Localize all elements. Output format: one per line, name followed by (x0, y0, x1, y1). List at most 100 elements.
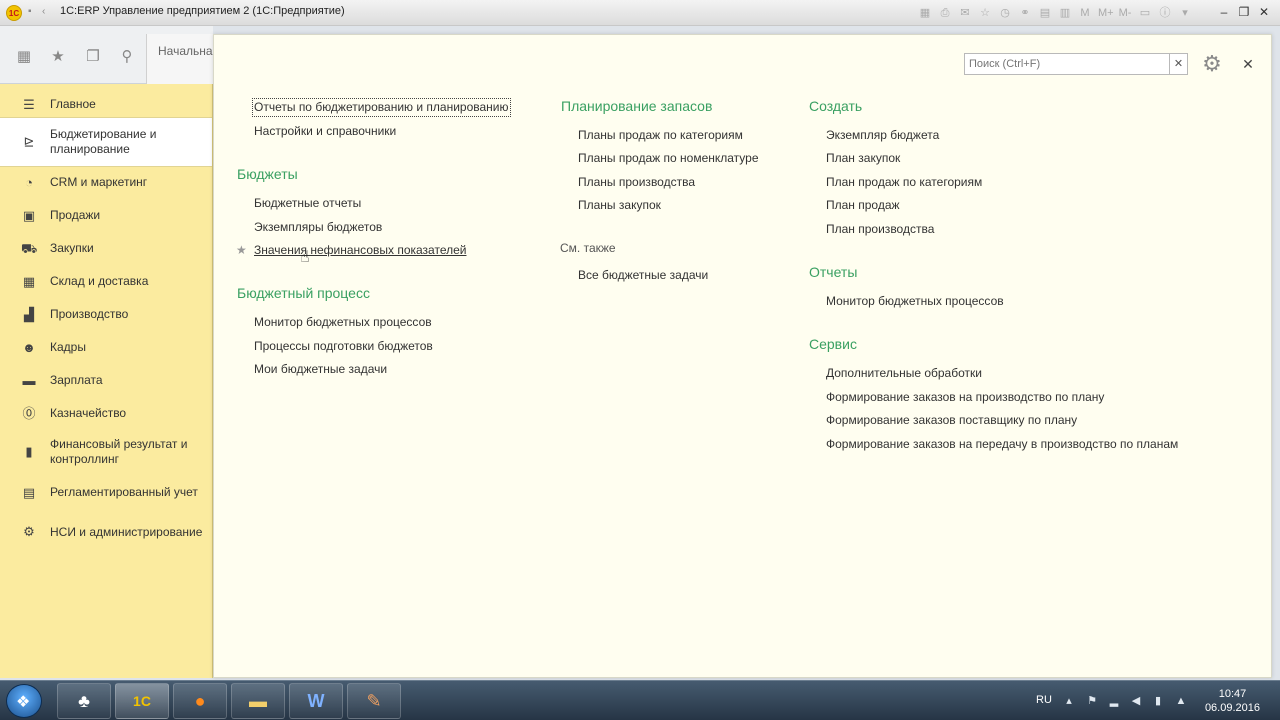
info-icon[interactable]: ⓘ (1158, 6, 1172, 20)
clear-search-icon[interactable]: ✕ (1169, 53, 1188, 75)
link-budget-reports-2[interactable]: Бюджетные отчеты (254, 196, 361, 211)
history-icon[interactable]: ◷ (998, 6, 1012, 20)
sidebar-item-nsi-admin[interactable]: ⚙ НСИ и администрирование (0, 509, 212, 555)
sidebar-item-label: Склад и доставка (50, 274, 149, 288)
minimize-icon[interactable]: ‒ (1216, 4, 1232, 20)
star-icon[interactable]: ☆ (978, 6, 992, 20)
link-create-production-plan[interactable]: План производства (826, 222, 934, 237)
link-budget-reports[interactable]: Отчеты по бюджетированию и планированию (252, 98, 511, 117)
menu-icon: ☰ (23, 96, 35, 112)
maximize-icon[interactable]: ❐ (1236, 4, 1252, 20)
section-service-title: Сервис (809, 336, 857, 352)
taskbar-1c-app[interactable]: 1С (115, 683, 169, 719)
link-sales-plans-categories[interactable]: Планы продаж по категориям (578, 128, 743, 143)
taskbar-clock[interactable]: 10:47 06.09.2016 (1205, 687, 1260, 715)
link-create-purchase-plan[interactable]: План закупок (826, 151, 900, 166)
tray-power-icon[interactable]: ▮ (1151, 694, 1165, 708)
search-input[interactable] (964, 53, 1170, 75)
memory-minus-icon[interactable]: M- (1118, 6, 1132, 20)
link-budget-instances[interactable]: Экземпляры бюджетов (254, 220, 382, 235)
sidebar-item-budgeting[interactable]: ⊵ Бюджетирование и планирование (0, 117, 212, 167)
favorites-star-icon[interactable]: ★ (49, 48, 67, 66)
section-budgets-title: Бюджеты (237, 166, 298, 182)
sidebar-item-production[interactable]: ▟ Производство (0, 298, 212, 331)
taskbar-firefox[interactable]: ● (173, 683, 227, 719)
windows-taskbar: ❖ ♣ 1С ● ▬ W ✎ RU ▴ ⚑ ▂ ◀ ▮ ▲ 10:47 06.0… (0, 680, 1280, 720)
cart-icon: ⛟ (21, 240, 38, 256)
tray-signal-icon[interactable]: ▂ (1107, 694, 1121, 708)
back-icon[interactable]: ‹ (42, 6, 52, 18)
link-transfer-orders-by-plans[interactable]: Формирование заказов на передачу в произ… (826, 437, 1178, 452)
hand-cursor-icon: ☝ (300, 249, 310, 266)
history-icon[interactable]: ❐ (84, 48, 102, 66)
link-settings-references[interactable]: Настройки и справочники (254, 124, 396, 139)
budget-icon: ⊵ (23, 134, 35, 149)
sidebar-item-label: Кадры (50, 340, 86, 354)
sidebar-item-treasury[interactable]: ⓪ Казначейство (0, 397, 212, 430)
tab-start-page[interactable]: Начальна (146, 34, 216, 84)
calc-icon[interactable]: ▤ (1038, 6, 1052, 20)
section-see-also-title: См. также (560, 241, 616, 255)
sidebar-item-staff[interactable]: ☻ Кадры (0, 331, 212, 364)
sidebar-item-sales[interactable]: ▣ Продажи (0, 199, 212, 232)
link-purchase-plans[interactable]: Планы закупок (578, 198, 661, 213)
settings-gear-icon[interactable]: ⚙ (1199, 51, 1225, 77)
folder-icon: ▬ (249, 690, 267, 711)
close-panel-icon[interactable]: ✕ (1239, 53, 1257, 75)
sidebar-item-crm[interactable]: ◔ CRM и маркетинг (0, 166, 212, 199)
sidebar-item-warehouse[interactable]: ▦ Склад и доставка (0, 265, 212, 298)
link-supplier-orders-by-plan[interactable]: Формирование заказов поставщику по плану (826, 413, 1077, 428)
link-nonfinancial-indicators[interactable]: Значения нефинансовых показателей (254, 243, 466, 258)
link-report-budget-process-monitor[interactable]: Монитор бюджетных процессов (826, 294, 1004, 309)
favorite-star-icon[interactable]: ★ (236, 243, 247, 257)
print-icon[interactable]: ⎙ (938, 6, 952, 20)
link-sales-plans-nomenclature[interactable]: Планы продаж по номенклатуре (578, 151, 759, 166)
calendar-icon[interactable]: ▥ (1058, 6, 1072, 20)
link-additional-processing[interactable]: Дополнительные обработки (826, 366, 982, 381)
window-controls: ‒ ❐ ✕ (1216, 4, 1272, 20)
language-indicator[interactable]: RU (1036, 694, 1052, 706)
link-create-sales-plan-categories[interactable]: План продаж по категориям (826, 175, 982, 190)
title-bar: 1С ▪ ‹ 1С:ERP Управление предприятием 2 … (0, 0, 1280, 26)
link-my-budget-tasks[interactable]: Мои бюджетные задачи (254, 362, 387, 377)
link-production-orders-by-plan[interactable]: Формирование заказов на производство по … (826, 390, 1104, 405)
sidebar-item-salary[interactable]: ▬ Зарплата (0, 364, 212, 397)
taskbar-word[interactable]: W (289, 683, 343, 719)
salary-icon: ▬ (22, 372, 36, 388)
grid-menu-icon[interactable]: ▦ (15, 48, 33, 66)
tray-expand-icon[interactable]: ▴ (1062, 694, 1076, 708)
taskbar-explorer[interactable]: ▬ (231, 683, 285, 719)
tray-volume-icon[interactable]: ◀ (1129, 694, 1143, 708)
close-window-icon[interactable]: ✕ (1256, 4, 1272, 20)
link-budget-process-monitor[interactable]: Монитор бюджетных процессов (254, 315, 432, 330)
link-budget-preparation[interactable]: Процессы подготовки бюджетов (254, 339, 433, 354)
sidebar-item-regulated-accounting[interactable]: ▤ Регламентированный учет (0, 476, 212, 509)
mail-icon[interactable]: ✉ (958, 6, 972, 20)
sidebar-item-financial-result[interactable]: ▮ Финансовый результат и контроллинг (0, 430, 212, 474)
tray-drive-icon[interactable]: ▲ (1174, 694, 1188, 708)
taskbar-paint[interactable]: ✎ (347, 683, 401, 719)
1c-icon: 1С (133, 693, 151, 709)
chevron-down-icon[interactable]: ▾ (1178, 6, 1192, 20)
tool-icon[interactable]: ▦ (918, 6, 932, 20)
link-production-plans[interactable]: Планы производства (578, 175, 695, 190)
sidebar: ☰ Главное ⊵ Бюджетирование и планировани… (0, 84, 213, 678)
memory-m-icon[interactable]: M (1078, 6, 1092, 20)
tab-start-page-label: Начальна (158, 44, 213, 58)
link-create-budget-instance[interactable]: Экземпляр бюджета (826, 128, 939, 143)
sidebar-item-label: Закупки (50, 241, 94, 255)
window-list-icon[interactable]: ▭ (1138, 6, 1152, 20)
search-icon[interactable]: ⚲ (118, 48, 136, 66)
tray-flag-icon[interactable]: ⚑ (1085, 694, 1099, 708)
start-button[interactable]: ❖ (6, 684, 42, 718)
treasury-icon: ⓪ (22, 405, 36, 421)
memory-plus-icon[interactable]: M+ (1098, 6, 1114, 20)
link-all-budget-tasks[interactable]: Все бюджетные задачи (578, 268, 708, 283)
sidebar-item-purchases[interactable]: ⛟ Закупки (0, 232, 212, 265)
sidebar-item-label: Финансовый результат и контроллинг (50, 437, 188, 466)
windows-logo-icon: ❖ (16, 694, 31, 711)
taskbar-network-app[interactable]: ♣ (57, 683, 111, 719)
link-create-sales-plan[interactable]: План продаж (826, 198, 900, 213)
link-icon[interactable]: ⚭ (1018, 6, 1032, 20)
menu-icon[interactable]: ▪ (28, 6, 38, 18)
